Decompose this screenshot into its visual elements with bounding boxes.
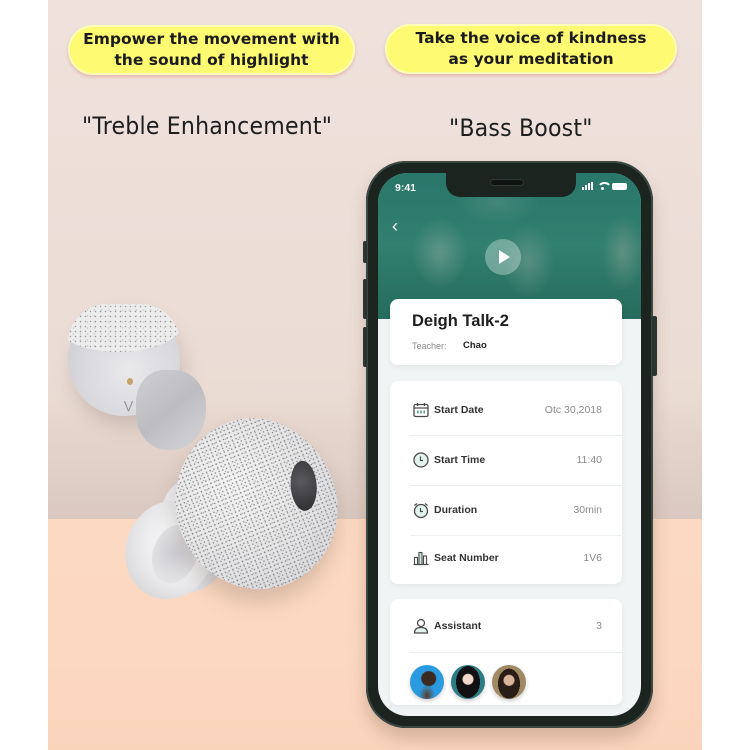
assistant-avatars — [410, 665, 526, 699]
detail-label: Start Date — [434, 404, 484, 416]
detail-row-start-time: Start Time 11:40 — [390, 435, 622, 485]
calendar-icon — [413, 403, 429, 418]
signal-icon — [582, 182, 593, 190]
avatar[interactable] — [492, 665, 526, 699]
alarm-clock-icon — [413, 503, 429, 519]
avatar[interactable] — [410, 665, 444, 699]
phone-volume-up — [363, 279, 367, 319]
detail-label: Duration — [434, 504, 478, 516]
detail-value: 30min — [573, 504, 602, 516]
detail-row-start-date: Start Date Otc 30,2018 — [390, 385, 622, 435]
chevron-left-icon[interactable]: ‹ — [392, 217, 398, 235]
course-details-card: Start Date Otc 30,2018 Start Time 11:40 — [390, 381, 622, 584]
clock-icon — [413, 452, 429, 468]
treble-enhancement-label: "Treble Enhancement" — [82, 112, 333, 140]
phone-mockup: 9:41 ‹ Deigh Talk-2 Teacher: Chao Start … — [363, 161, 657, 728]
play-button[interactable] — [485, 239, 521, 275]
detail-label: Start Time — [434, 454, 486, 466]
banner-left: Empower the movement with the sound of h… — [68, 25, 355, 75]
detail-row-seat-number: Seat Number 1V6 — [390, 533, 622, 583]
divider — [410, 652, 622, 653]
assistant-row[interactable]: Assistant 3 — [390, 601, 622, 651]
detail-value: 11:40 — [576, 454, 603, 466]
course-title: Deigh Talk-2 — [412, 312, 509, 330]
charging-pin — [127, 378, 133, 385]
phone-screen: 9:41 ‹ Deigh Talk-2 Teacher: Chao Start … — [378, 173, 641, 716]
assistant-count: 3 — [596, 620, 602, 632]
teacher-name: Chao — [463, 340, 487, 351]
banner-right: Take the voice of kindness as your medit… — [385, 24, 677, 74]
detail-row-duration: Duration 30min — [390, 485, 622, 535]
battery-icon — [612, 182, 627, 190]
course-title-card: Deigh Talk-2 Teacher: Chao — [390, 299, 622, 365]
detail-value: 1V6 — [583, 552, 602, 564]
phone-mute-switch — [363, 241, 367, 263]
status-time: 9:41 — [395, 182, 417, 194]
assistant-label: Assistant — [434, 620, 482, 632]
detail-label: Seat Number — [434, 552, 499, 564]
earpiece-speaker — [490, 179, 524, 186]
detail-value: Otc 30,2018 — [544, 404, 602, 416]
assistant-card: Assistant 3 — [390, 599, 622, 705]
avatar[interactable] — [451, 665, 485, 699]
wifi-icon — [597, 182, 612, 190]
product-stage: Empower the movement with the sound of h… — [48, 0, 702, 750]
earbud-back-eartip — [136, 370, 206, 450]
phone-power-button — [652, 316, 657, 376]
status-icons — [582, 182, 627, 190]
earbud-speckle-cap — [68, 304, 180, 352]
phone-volume-down — [363, 327, 367, 367]
bar-chart-icon — [413, 551, 429, 566]
phone-notch — [446, 173, 576, 197]
play-icon — [499, 250, 510, 264]
earbud-side-mark: ⋁ — [124, 400, 134, 412]
bass-boost-label: "Bass Boost" — [449, 114, 593, 142]
earbud-sensor — [288, 459, 319, 512]
user-icon — [413, 618, 429, 634]
teacher-label: Teacher: — [412, 341, 447, 351]
